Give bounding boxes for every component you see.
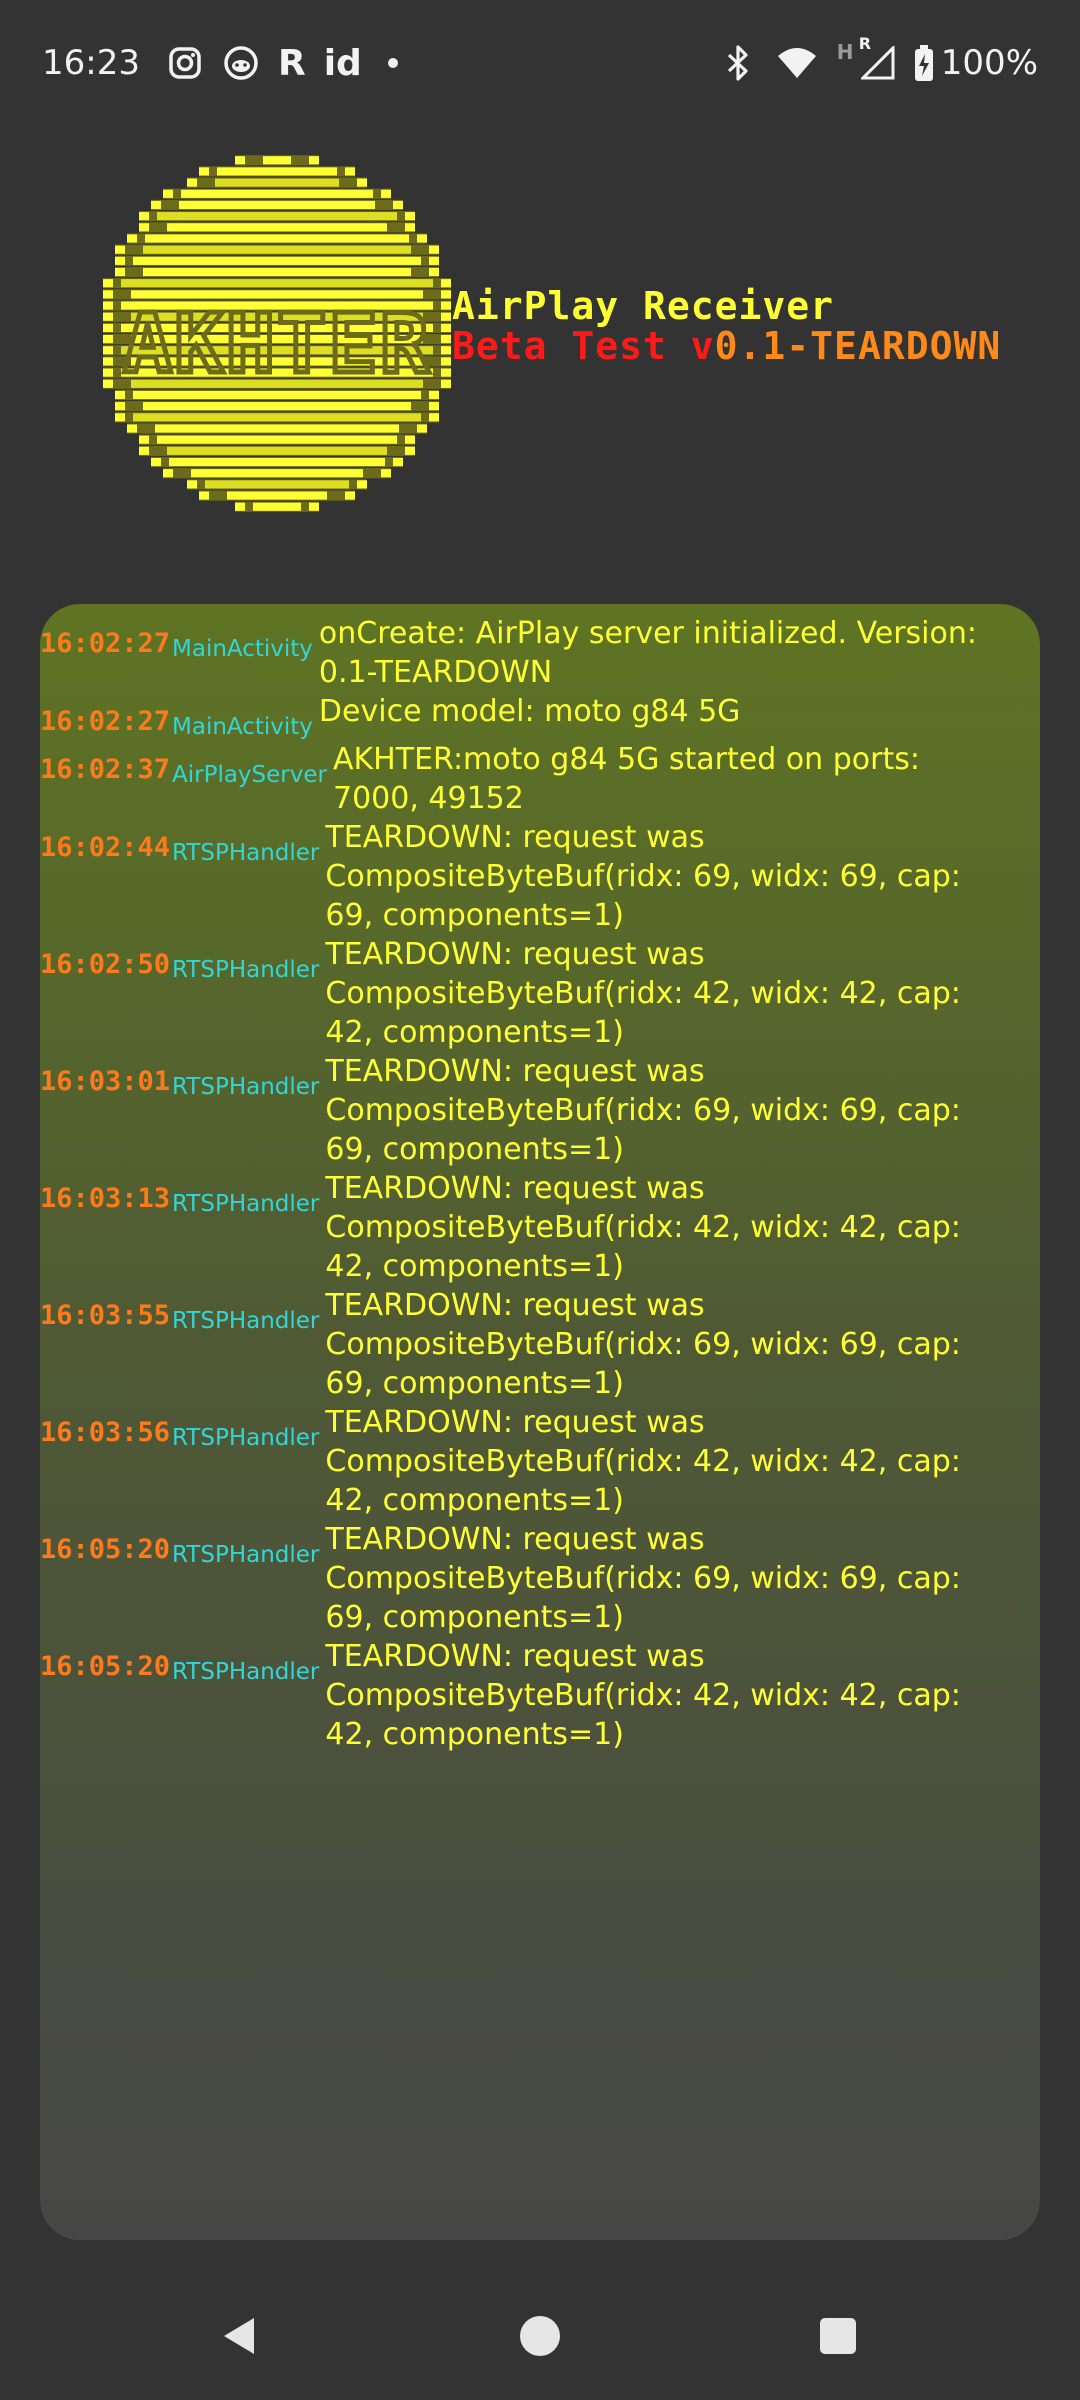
log-entry: 16:02:50 RTSPHandler TEARDOWN: request was…	[40, 935, 1040, 1052]
status-bar: 16:23 R id H R 100%	[0, 0, 1080, 126]
status-time: 16:23	[42, 43, 140, 83]
signal-h-label: H	[836, 40, 854, 64]
log-time: 16:03:01	[40, 1066, 171, 1097]
app-title-block: AirPlay Receiver Beta Test v0.1-TEARDOWN	[452, 286, 1001, 366]
log-time: 16:03:13	[40, 1183, 171, 1214]
navigation-bar	[0, 2286, 1080, 2400]
log-tag: RTSPHandler	[172, 1659, 320, 1685]
log-message: TEARDOWN: request was CompositeByteBuf(r…	[325, 1522, 961, 1635]
logo-text: AKHTER	[123, 297, 431, 392]
r-app-icon: R	[277, 42, 306, 84]
reddit-alien-icon	[222, 44, 260, 82]
app-version: Beta Test v0.1-TEARDOWN	[452, 326, 1001, 366]
log-time: 16:05:20	[40, 1534, 171, 1565]
notification-dot-icon	[387, 58, 398, 68]
battery-charging-icon	[913, 44, 935, 82]
log-tag: RTSPHandler	[172, 1425, 320, 1451]
version-label: Beta Test v	[452, 324, 715, 368]
log-message: TEARDOWN: request was CompositeByteBuf(r…	[325, 1288, 961, 1401]
log-entry: 16:05:20 RTSPHandler TEARDOWN: request was…	[40, 1637, 1040, 1754]
status-right: H R 100%	[719, 34, 1038, 83]
log-entry: 16:02:27 MainActivity onCreate: AirPlay se…	[40, 614, 1040, 692]
log-tag: RTSPHandler	[172, 1074, 320, 1100]
log-time: 16:02:44	[40, 832, 171, 863]
log-message: TEARDOWN: request was CompositeByteBuf(r…	[325, 937, 961, 1050]
log-message: TEARDOWN: request was CompositeByteBuf(r…	[325, 820, 961, 933]
signal-hr-icon: H R	[837, 34, 895, 82]
log-time: 16:02:27	[40, 628, 171, 659]
log-time: 16:02:37	[40, 754, 171, 785]
log-entry: 16:03:56 RTSPHandler TEARDOWN: request was…	[40, 1403, 1040, 1520]
wifi-icon	[775, 44, 819, 82]
log-message: onCreate: AirPlay server initialized. Ve…	[318, 616, 977, 690]
akhter-logo: AKHTER	[100, 144, 455, 524]
log-tag: MainActivity	[172, 636, 313, 662]
log-panel[interactable]: 16:02:27 MainActivity onCreate: AirPlay se…	[40, 604, 1040, 2240]
log-entry: 16:02:44 RTSPHandler TEARDOWN: request was…	[40, 818, 1040, 935]
log-tag: RTSPHandler	[172, 1191, 320, 1217]
log-time: 16:03:56	[40, 1417, 171, 1448]
instagram-icon	[166, 44, 204, 82]
id-app-icon: id	[323, 42, 362, 84]
log-message: TEARDOWN: request was CompositeByteBuf(r…	[325, 1054, 961, 1167]
status-left: 16:23 R id	[42, 43, 398, 84]
log-entry: 16:03:13 RTSPHandler TEARDOWN: request was…	[40, 1169, 1040, 1286]
log-entry: 16:02:37 AirPlayServer AKHTER:moto g84 5G …	[40, 740, 1040, 818]
log-entry: 16:05:20 RTSPHandler TEARDOWN: request was…	[40, 1520, 1040, 1637]
version-number: 0.1-TEARDOWN	[714, 324, 1002, 368]
battery-percentage: 100%	[940, 43, 1038, 83]
recents-icon[interactable]	[808, 2306, 868, 2366]
log-message: TEARDOWN: request was CompositeByteBuf(r…	[325, 1405, 961, 1518]
log-tag: RTSPHandler	[172, 1308, 320, 1334]
log-message: AKHTER:moto g84 5G started on ports: 700…	[332, 742, 920, 816]
log-message: Device model: moto g84 5G	[318, 694, 741, 729]
log-time: 16:05:20	[40, 1651, 171, 1682]
log-tag: AirPlayServer	[172, 762, 327, 788]
log-tag: RTSPHandler	[172, 1542, 320, 1568]
log-time: 16:03:55	[40, 1300, 171, 1331]
log-time: 16:02:27	[40, 706, 171, 737]
log-entry: 16:03:01 RTSPHandler TEARDOWN: request was…	[40, 1052, 1040, 1169]
log-message: TEARDOWN: request was CompositeByteBuf(r…	[325, 1171, 961, 1284]
log-tag: MainActivity	[172, 714, 313, 740]
log-entry: 16:02:27 MainActivity Device model: moto g…	[40, 692, 1040, 740]
log-tag: RTSPHandler	[172, 840, 320, 866]
log-tag: RTSPHandler	[172, 957, 320, 983]
log-message: TEARDOWN: request was CompositeByteBuf(r…	[325, 1639, 961, 1752]
log-time: 16:02:50	[40, 949, 171, 980]
log-list: 16:02:27 MainActivity onCreate: AirPlay se…	[40, 614, 1040, 1754]
bluetooth-icon	[719, 44, 757, 82]
home-icon[interactable]	[510, 2306, 570, 2366]
log-entry: 16:03:55 RTSPHandler TEARDOWN: request was…	[40, 1286, 1040, 1403]
back-icon[interactable]	[210, 2306, 270, 2366]
app-name: AirPlay Receiver	[452, 284, 835, 328]
